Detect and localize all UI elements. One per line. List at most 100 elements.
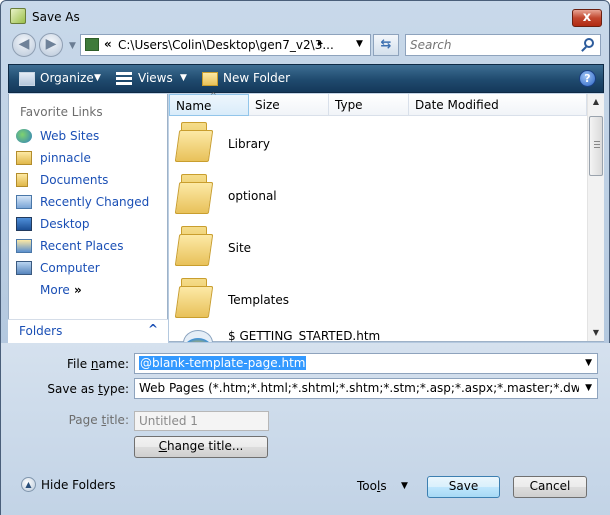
folder-location-icon (85, 38, 99, 51)
file-name-value[interactable]: @blank-template-page.htm (139, 356, 307, 370)
folder-icon (174, 278, 214, 318)
column-header-label: Type (335, 98, 363, 112)
save-as-type-value: Web Pages (*.htm;*.html;*.shtml;*.shtm;*… (139, 381, 579, 395)
search-input[interactable] (410, 37, 580, 53)
sidebar-item-label: Web Sites (40, 129, 100, 143)
column-header-type[interactable]: Type (329, 94, 409, 116)
close-button[interactable]: x (572, 9, 602, 27)
breadcrumb-path[interactable]: C:\Users\Colin\Desktop\gen7_v2\3... (118, 38, 334, 52)
folder-icon (174, 226, 214, 266)
list-item[interactable]: Site (169, 222, 587, 274)
help-icon[interactable]: ? (579, 70, 596, 87)
navigation-pane: Favorite Links Web Sites pinnacle Docume… (8, 94, 168, 342)
address-bar[interactable]: « C:\Users\Colin\Desktop\gen7_v2\3... ▸ … (80, 34, 371, 56)
column-header-date-modified[interactable]: Date Modified (409, 94, 587, 116)
cancel-button[interactable]: Cancel (513, 476, 587, 498)
globe-icon (16, 129, 32, 143)
column-header-label: Name (176, 99, 212, 113)
list-item[interactable]: Library (169, 118, 587, 170)
list-item[interactable]: Templates (169, 274, 587, 326)
sidebar-item-label: pinnacle (40, 151, 91, 165)
scroll-down-arrow[interactable]: ▼ (588, 325, 604, 341)
file-name: $ GETTING_STARTED.htm (228, 329, 381, 342)
scroll-up-arrow[interactable]: ▲ (588, 94, 604, 110)
scrollbar-thumb[interactable] (589, 116, 603, 176)
sidebar-item-pinnacle[interactable]: pinnacle (16, 149, 166, 169)
page-title-field: Untitled 1 (134, 411, 269, 431)
sidebar-item-documents[interactable]: Documents (16, 171, 166, 191)
computer-icon (16, 261, 32, 275)
views-chevron-down-icon[interactable]: ▼ (180, 73, 187, 83)
breadcrumb-arrow-icon[interactable]: ▸ (318, 38, 323, 49)
network-folder-icon (16, 151, 32, 165)
folder-icon (174, 122, 214, 162)
column-header-name[interactable]: ^ Name (169, 91, 249, 116)
column-header-label: Date Modified (415, 98, 499, 112)
page-title-value: Untitled 1 (139, 414, 198, 428)
list-item[interactable]: optional (169, 170, 587, 222)
search-box[interactable] (405, 34, 601, 56)
chevron-down-icon[interactable]: ▼ (356, 39, 363, 49)
command-toolbar: Organize ▼ Views ▼ New Folder ? (8, 64, 604, 93)
window-title: Save As (32, 10, 80, 24)
back-button[interactable]: ◀ (12, 33, 36, 57)
file-name: Templates (228, 293, 290, 307)
file-name: Library (228, 137, 270, 151)
folders-toggle-bar[interactable]: Folders ^ (8, 319, 168, 343)
refresh-button[interactable]: ⇆ (373, 34, 399, 56)
app-icon (10, 8, 26, 24)
chevron-up-icon[interactable]: ^ (148, 322, 158, 336)
change-title-button[interactable]: Change title... (134, 436, 268, 458)
save-button[interactable]: Save (427, 476, 500, 498)
favorite-links-header: Favorite Links (20, 105, 103, 119)
sidebar-item-recently-changed[interactable]: Recently Changed (16, 193, 166, 213)
views-icon (116, 72, 132, 86)
sidebar-item-label: Computer (40, 261, 100, 275)
hide-folders-button[interactable]: Hide Folders (41, 478, 116, 492)
sidebar-more-link[interactable]: More » (16, 281, 166, 301)
recent-pages-dropdown[interactable]: ▼ (69, 41, 76, 51)
views-button[interactable]: Views (138, 71, 173, 85)
page-title-label: Page title: (68, 413, 129, 427)
recent-places-icon (16, 239, 32, 253)
sidebar-item-label: Documents (40, 173, 109, 187)
column-header-label: Size (255, 98, 280, 112)
web-page-icon (183, 330, 213, 342)
column-header-size[interactable]: Size (249, 94, 329, 116)
chevron-down-icon[interactable]: ▼ (585, 358, 592, 368)
file-name-field[interactable]: @blank-template-page.htm ▼ (134, 353, 598, 374)
file-list: ^ Name Size Type Date Modified Library o… (169, 91, 604, 342)
new-folder-button[interactable]: New Folder (223, 71, 290, 85)
forward-button[interactable]: ▶ (39, 33, 63, 57)
tools-button[interactable]: Tools (357, 479, 387, 493)
sidebar-item-label: Recently Changed (40, 195, 150, 209)
tools-chevron-down-icon[interactable]: ▼ (401, 481, 408, 491)
file-name: optional (228, 189, 277, 203)
save-as-type-select[interactable]: Web Pages (*.htm;*.html;*.shtml;*.shtm;*… (134, 378, 598, 399)
list-item[interactable]: $ GETTING_STARTED.htm (169, 326, 587, 342)
save-as-type-label: Save as type: (47, 382, 129, 396)
folder-icon (174, 174, 214, 214)
title-bar: Save As x (1, 1, 609, 31)
documents-icon (16, 173, 28, 187)
sidebar-item-desktop[interactable]: Desktop (16, 215, 166, 235)
sidebar-item-label: Recent Places (40, 239, 124, 253)
more-chevron-icon: » (74, 283, 82, 297)
organize-chevron-down-icon[interactable]: ▼ (94, 73, 101, 83)
file-name-label: File name: (67, 357, 129, 371)
save-as-dialog: Save As x ◀ ▶ ▼ « C:\Users\Colin\Desktop… (0, 0, 610, 515)
file-name: Site (228, 241, 252, 255)
organize-icon (19, 72, 35, 86)
vertical-scrollbar[interactable]: ▲ ▼ (587, 94, 604, 341)
desktop-icon (16, 217, 32, 231)
sidebar-item-web-sites[interactable]: Web Sites (16, 127, 166, 147)
folders-label: Folders (19, 324, 63, 338)
search-icon[interactable] (584, 38, 594, 48)
chevron-down-icon[interactable]: ▼ (585, 383, 592, 393)
organize-button[interactable]: Organize (40, 71, 94, 85)
chevron-up-icon[interactable]: ▲ (21, 477, 36, 492)
sidebar-item-label: Desktop (40, 217, 90, 231)
sidebar-item-computer[interactable]: Computer (16, 259, 166, 279)
breadcrumb-overflow[interactable]: « (104, 37, 112, 51)
sidebar-item-recent-places[interactable]: Recent Places (16, 237, 166, 257)
